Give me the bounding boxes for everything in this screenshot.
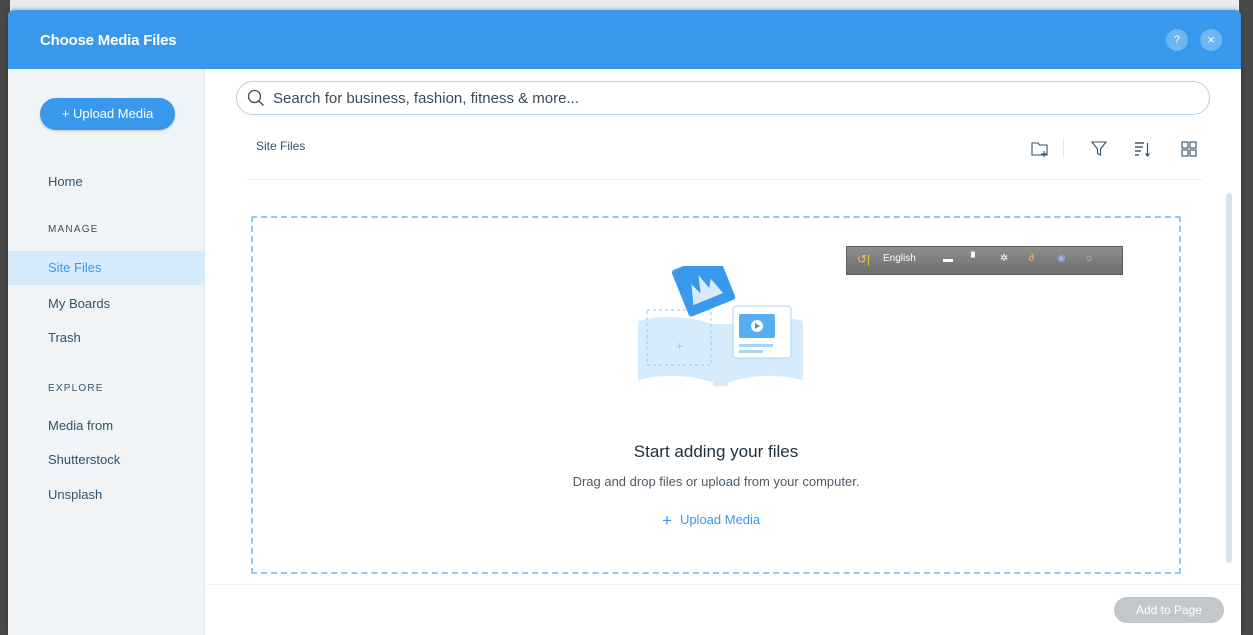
sidebar-item-home[interactable]: Home (8, 165, 205, 199)
upload-media-button[interactable]: + Upload Media (40, 98, 175, 130)
pen-icon[interactable]: ∂ (1029, 253, 1034, 264)
media-manager-dialog: Choose Media Files ? × + Upload Media Ho… (8, 10, 1241, 635)
toolbar-separator (1063, 138, 1064, 158)
add-to-page-button[interactable]: Add to Page (1114, 597, 1224, 623)
sidebar-item-trash[interactable]: Trash (8, 321, 205, 355)
empty-state-subtitle: Drag and drop files or upload from your … (572, 474, 860, 489)
empty-state-title: Start adding your files (633, 442, 799, 461)
sidebar-item-shutterstock[interactable]: Shutterstock (8, 443, 205, 477)
sidebar-item-media-from[interactable]: Media from (8, 409, 205, 443)
search-bar[interactable] (236, 81, 1210, 115)
filter-icon[interactable] (1088, 138, 1110, 160)
header-divider (246, 179, 1203, 180)
background-page-right (1239, 0, 1253, 635)
plus-icon: + (662, 511, 672, 530)
speaker-icon[interactable]: ▘ (971, 253, 979, 264)
help-icon[interactable]: ◉ (1057, 253, 1066, 264)
sidebar: + Upload Media Home MANAGE Site Files My… (8, 69, 205, 635)
language-selector[interactable]: English (883, 253, 916, 264)
search-icon (247, 89, 264, 106)
empty-state-illustration: + (638, 266, 803, 386)
close-button[interactable]: × (1200, 29, 1222, 51)
scrollbar[interactable] (1226, 193, 1232, 563)
sidebar-item-unsplash[interactable]: Unsplash (8, 478, 205, 512)
breadcrumb: Site Files (256, 139, 306, 153)
dialog-header: Choose Media Files ? × (8, 10, 1241, 69)
upload-media-link-label: Upload Media (679, 512, 761, 527)
dialog-footer: Add to Page (206, 584, 1241, 635)
drop-zone[interactable]: ↺| English ▬ ▘ ✲ ∂ ◉ ◌ + Start adding yo… (251, 216, 1181, 574)
dialog-title: Choose Media Files (40, 32, 177, 49)
svg-text:+: + (676, 339, 683, 353)
sidebar-heading-manage: MANAGE (48, 224, 99, 235)
overlay-toolbar: ↺| English ▬ ▘ ✲ ∂ ◉ ◌ (846, 246, 1123, 275)
toolbar-logo-icon[interactable]: ↺| (857, 252, 870, 266)
help-button[interactable]: ? (1166, 29, 1188, 51)
sidebar-heading-explore: EXPLORE (48, 383, 104, 394)
search-input[interactable] (273, 82, 1193, 114)
main-panel: Site Files ↺| E (206, 69, 1241, 635)
sort-icon[interactable] (1131, 138, 1153, 160)
power-icon[interactable]: ◌ (1086, 253, 1092, 264)
new-folder-icon[interactable] (1029, 138, 1051, 160)
sidebar-item-my-boards[interactable]: My Boards (8, 287, 205, 321)
sidebar-item-site-files[interactable]: Site Files (8, 251, 205, 285)
gear-icon[interactable]: ✲ (1000, 253, 1008, 264)
hat-icon[interactable]: ▬ (943, 254, 953, 265)
upload-media-link[interactable]: + Upload Media (662, 511, 760, 531)
grid-view-icon[interactable] (1178, 138, 1200, 160)
